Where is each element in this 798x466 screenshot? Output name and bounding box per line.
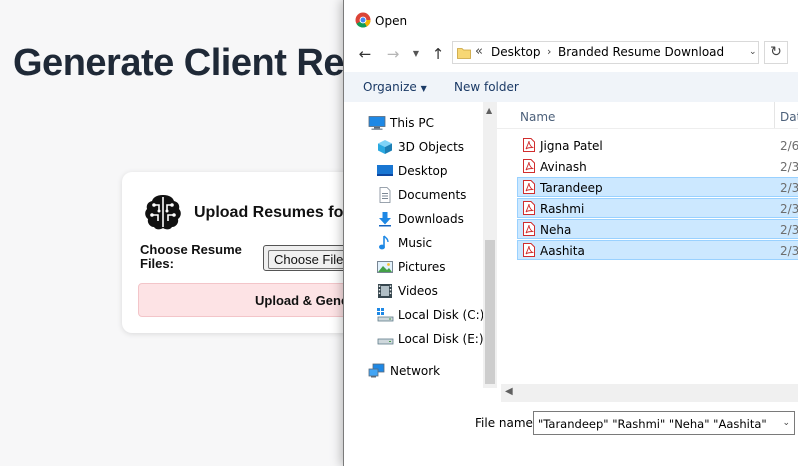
organize-button[interactable]: Organize ▼ (363, 80, 427, 94)
scroll-up-arrow-icon[interactable]: ▲ (486, 106, 492, 115)
back-arrow-icon[interactable]: ← (355, 44, 375, 64)
download-icon (379, 212, 391, 227)
nav-label: This PC (390, 116, 434, 130)
file-name: Aashita (540, 244, 585, 258)
network-icon (368, 363, 385, 378)
file-name: Neha (540, 223, 572, 237)
organize-chevron-icon: ▼ (420, 84, 427, 93)
drive-icon (377, 338, 394, 345)
breadcrumb-desktop[interactable]: Desktop (491, 45, 541, 59)
pdf-file-icon (523, 201, 535, 215)
new-folder-button[interactable]: New folder (454, 80, 519, 94)
file-date: 2/3, (780, 181, 798, 195)
nav-label: Desktop (398, 164, 448, 178)
pdf-file-icon (523, 243, 535, 257)
card-title: Upload Resumes fo (194, 204, 344, 221)
file-row[interactable]: Jigna Patel 2/6, (517, 135, 798, 155)
file-date: 2/3, (780, 223, 798, 237)
up-arrow-icon[interactable]: ↑ (428, 44, 448, 64)
file-row-selected[interactable]: Aashita 2/3, (517, 240, 798, 260)
file-name-dropdown-icon[interactable]: ⌄ (782, 418, 790, 428)
file-name: Jigna Patel (540, 139, 603, 153)
brain-icon (145, 195, 181, 230)
open-dialog: Open ← → ▼ ↑ « Desktop › Branded Resume … (343, 0, 798, 466)
command-bar: Organize ▼ New folder (344, 72, 798, 102)
nav-label: Pictures (398, 260, 446, 274)
address-bar[interactable]: « Desktop › Branded Resume Download (452, 41, 759, 64)
navigation-bar: ← → ▼ ↑ « Desktop › Branded Resume Downl… (344, 38, 798, 70)
breadcrumb-separator-icon: › (547, 45, 552, 58)
file-name-value: "Tarandeep" "Rashmi" "Neha" "Aashita" (538, 417, 767, 431)
file-list: Name Dat Jigna Patel 2/6, Avinash 2/3, T… (497, 102, 798, 386)
horizontal-scrollbar[interactable]: ◀ (501, 384, 798, 402)
file-name-input[interactable]: "Tarandeep" "Rashmi" "Neha" "Aashita" ⌄ (533, 411, 795, 435)
nav-label: Downloads (398, 212, 464, 226)
folder-icon (457, 48, 471, 59)
column-divider[interactable] (774, 102, 775, 128)
breadcrumb-branded-resume-download[interactable]: Branded Resume Download (558, 45, 724, 59)
column-name-header[interactable]: Name (520, 110, 555, 124)
file-date: 2/6, (780, 139, 798, 153)
video-icon (378, 284, 392, 298)
nav-label: Documents (398, 188, 467, 202)
recent-locations-chevron-icon[interactable]: ▼ (406, 44, 426, 64)
nav-label: Local Disk (E:) (398, 332, 484, 346)
computer-icon (368, 116, 386, 130)
file-name: Avinash (540, 160, 587, 174)
nav-label: Network (390, 364, 441, 378)
scrollbar-thumb[interactable] (485, 240, 495, 384)
pdf-file-icon (523, 159, 535, 173)
choose-files-label: Choose Resume Files: (140, 242, 242, 271)
refresh-icon[interactable]: ↻ (764, 41, 788, 64)
address-dropdown-icon[interactable]: ⌄ (749, 47, 757, 57)
column-header: Name Dat (497, 102, 798, 129)
file-row-selected[interactable]: Rashmi 2/3, (517, 198, 798, 218)
file-name-label: File name: (475, 416, 537, 430)
music-icon (379, 235, 389, 250)
chrome-icon (355, 12, 371, 28)
file-date: 2/3, (780, 202, 798, 216)
choose-files-button-label: Choose File (268, 250, 350, 269)
file-date: 2/3, (780, 244, 798, 258)
organize-label: Organize (363, 80, 417, 94)
page-title: Generate Client Re (13, 42, 345, 84)
forward-arrow-icon[interactable]: → (383, 44, 403, 64)
cube-icon (378, 140, 392, 154)
scroll-left-arrow-icon[interactable]: ◀ (505, 386, 513, 397)
file-row-selected[interactable]: Tarandeep 2/3, (517, 177, 798, 197)
windows-drive-icon (377, 308, 394, 322)
file-name: Tarandeep (540, 181, 603, 195)
nav-label: Videos (398, 284, 438, 298)
column-date-header[interactable]: Dat (780, 110, 798, 124)
file-row[interactable]: Avinash 2/3, (517, 156, 798, 176)
navigation-pane: This PC 3D Objects Desktop Documents Dow… (344, 102, 485, 386)
file-name: Rashmi (540, 202, 585, 216)
dialog-titlebar: Open (344, 0, 798, 42)
pdf-file-icon (523, 138, 535, 152)
picture-icon (377, 261, 393, 273)
file-row-selected[interactable]: Neha 2/3, (517, 219, 798, 239)
nav-label: Local Disk (C:) (398, 308, 485, 322)
nav-label: 3D Objects (398, 140, 465, 154)
file-date: 2/3, (780, 160, 798, 174)
desktop-icon (377, 165, 393, 176)
pdf-file-icon (523, 180, 535, 194)
document-icon (379, 187, 391, 203)
navigation-scrollbar[interactable]: ▲ (483, 102, 497, 388)
pdf-file-icon (523, 222, 535, 236)
nav-label: Music (398, 236, 433, 250)
address-overflow-icon[interactable]: « (475, 44, 483, 59)
dialog-title: Open (375, 14, 408, 28)
